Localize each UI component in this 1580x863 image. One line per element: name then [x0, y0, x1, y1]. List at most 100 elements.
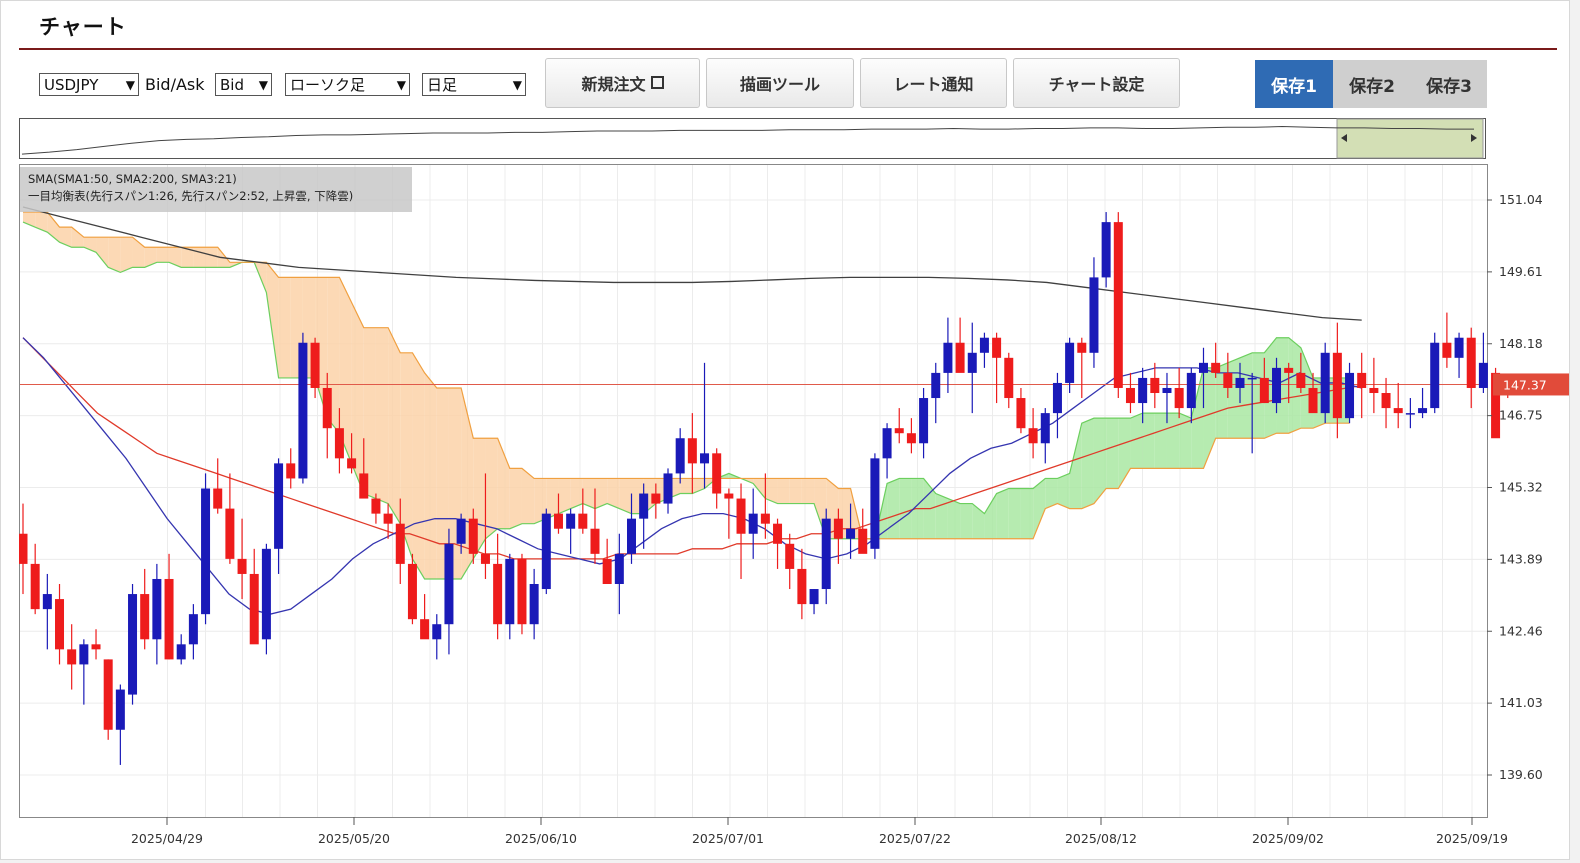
candle-body — [1393, 408, 1403, 414]
ichimoku-cloud-down-segment — [509, 468, 522, 529]
ichimoku-cloud-up-segment — [1166, 413, 1180, 469]
candle-body — [1174, 387, 1184, 409]
candle-body — [1211, 362, 1221, 373]
candle-body — [687, 438, 697, 464]
y-tick-label: 141.03 — [1499, 695, 1543, 710]
ichimoku-cloud-down-segment — [193, 247, 206, 268]
ichimoku-cloud-down-segment — [801, 478, 815, 504]
chart-settings-button[interactable]: チャート設定 — [1013, 58, 1180, 108]
y-tick-label: 149.61 — [1499, 264, 1543, 279]
candle-body — [651, 493, 661, 504]
candle-body — [261, 548, 271, 640]
symbol-select-value: USDJPY — [44, 76, 99, 94]
candle-body — [1369, 387, 1379, 394]
candlestick-chart[interactable]: 151.04 149.61 148.18 146.75 145.32 143.89 142.… — [19, 164, 1569, 849]
candle-body — [906, 433, 916, 444]
candle-body — [943, 342, 953, 373]
candle-body — [201, 488, 211, 615]
ichimoku-cloud-up-segment — [899, 478, 912, 539]
y-tick-label: 143.89 — [1499, 551, 1543, 566]
candle-body — [797, 568, 807, 605]
ichimoku-cloud-up-segment — [1142, 413, 1155, 469]
candle-body — [152, 578, 162, 640]
candle-body — [298, 342, 308, 479]
new-order-button[interactable]: 新規注文 — [545, 58, 700, 108]
indicator-legend: SMA(SMA1:50, SMA2:200, SMA3:21) 一目均衡表(先行… — [20, 167, 412, 212]
candle-body — [955, 342, 965, 373]
candle-body — [1162, 387, 1172, 394]
candle-body — [992, 337, 1002, 358]
candle-body — [1296, 372, 1306, 388]
candle-body — [67, 649, 77, 665]
candle-body — [1150, 377, 1160, 394]
external-window-icon — [650, 75, 664, 89]
rate-alert-label: レート通知 — [893, 75, 974, 94]
period-select[interactable]: 日足 ▼ — [422, 73, 526, 96]
candle-body — [432, 624, 442, 640]
candle-body — [566, 513, 576, 529]
candle-body — [748, 513, 758, 534]
ichimoku-cloud-down-segment — [205, 247, 218, 268]
candle-body — [1345, 372, 1355, 419]
navigator-overview[interactable] — [19, 118, 1487, 160]
candle-body — [1332, 352, 1342, 419]
ichimoku-cloud-down-segment — [156, 247, 170, 263]
candle-body — [1089, 277, 1099, 353]
candle-body — [225, 508, 235, 559]
candle-body — [1125, 387, 1135, 404]
drawing-tools-button[interactable]: 描画ツール — [706, 58, 854, 108]
ichimoku-cloud-down-segment — [680, 478, 693, 494]
candle-body — [931, 372, 941, 399]
bidask-label: Bid/Ask — [145, 75, 205, 94]
period-select-value: 日足 — [427, 76, 458, 94]
candle-body — [663, 473, 673, 504]
candle-body — [140, 594, 150, 640]
candle-body — [1357, 372, 1367, 388]
candle-body — [213, 488, 223, 509]
candle-body — [1198, 362, 1208, 373]
candle-body — [1016, 398, 1026, 429]
candle-body — [1040, 413, 1050, 444]
candle-body — [1101, 222, 1111, 278]
save-slot-1-button[interactable]: 保存1 — [1255, 60, 1333, 108]
y-tick-label: 146.75 — [1499, 408, 1543, 423]
bidask-select[interactable]: Bid ▼ — [215, 73, 272, 96]
candle-body — [517, 558, 527, 625]
candle-body — [42, 594, 52, 610]
candle-body — [274, 463, 284, 549]
candle-body — [176, 644, 186, 660]
candle-body — [614, 553, 624, 585]
ichimoku-cloud-up-segment — [935, 493, 948, 539]
candle-body — [760, 513, 770, 524]
ichimoku-cloud-up-segment — [1020, 488, 1034, 539]
ichimoku-cloud-up-segment — [1106, 418, 1119, 489]
candle-body — [1113, 222, 1123, 388]
symbol-select[interactable]: USDJPY ▼ — [39, 73, 139, 96]
ichimoku-cloud-up-segment — [947, 498, 961, 539]
candle-body — [395, 523, 405, 564]
candle-body — [627, 518, 636, 554]
chart-type-select[interactable]: ローソク足 ▼ — [285, 73, 410, 96]
ichimoku-cloud-up-segment — [1057, 473, 1070, 509]
candle-body — [91, 644, 101, 650]
x-tick-label: 2025/08/12 — [1065, 831, 1137, 846]
candle-body — [1430, 342, 1440, 409]
ichimoku-cloud-up-segment — [1008, 488, 1021, 539]
candle-body — [1247, 377, 1257, 380]
candle-body — [164, 578, 174, 660]
save-slot-3-button[interactable]: 保存3 — [1410, 60, 1488, 108]
candle-body — [1223, 372, 1233, 388]
navigator-selection-window — [1336, 118, 1484, 159]
candle-body — [1235, 377, 1245, 388]
candle-body — [736, 498, 746, 534]
candle-body — [894, 428, 904, 434]
candle-body — [602, 558, 612, 585]
candle-body — [919, 398, 929, 444]
candle-body — [639, 493, 649, 519]
chevron-down-icon: ▼ — [512, 78, 522, 92]
rate-alert-button[interactable]: レート通知 — [860, 58, 1007, 108]
candle-body — [1308, 387, 1318, 414]
ichimoku-cloud-up-segment — [1154, 413, 1167, 469]
x-tick-label: 2025/06/10 — [505, 831, 577, 846]
save-slot-2-button[interactable]: 保存2 — [1333, 60, 1411, 108]
